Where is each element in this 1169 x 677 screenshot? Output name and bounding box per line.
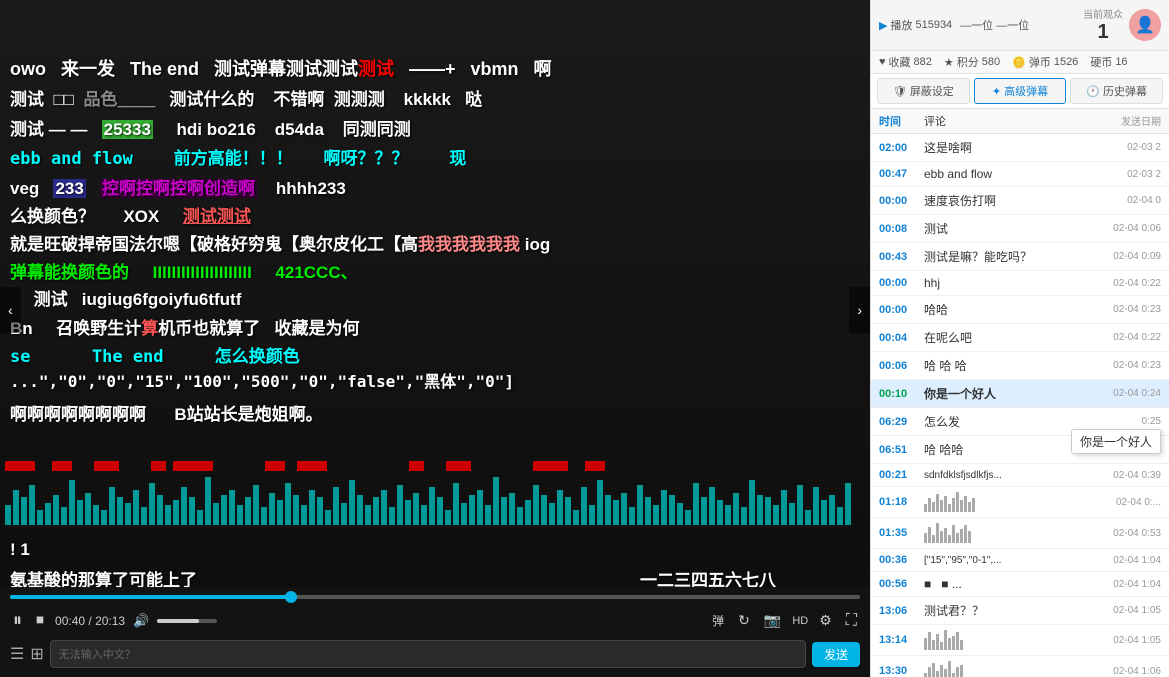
video-player-area: ‹ › owo 来一发 The end 测试弹幕测试测试测试 ——+ vbmn … <box>0 0 870 677</box>
histogram-chart <box>924 492 1096 512</box>
progress-fill <box>10 595 291 599</box>
star-danmaku-icon: ✦ <box>992 85 1001 98</box>
video-container: ‹ › owo 来一发 The end 测试弹幕测试测试测试 ——+ vbmn … <box>0 0 870 620</box>
coin-icon: 🪙 <box>1012 56 1026 69</box>
tooltip-popup: 你是一个好人 <box>1071 429 1161 454</box>
time-display: 00:40 / 20:13 <box>55 614 125 628</box>
comment-row[interactable]: 00:06 哈 哈 哈 02-04 0:23 <box>871 352 1169 380</box>
comment-row-chart[interactable]: 13:14 02-04 1:05 <box>871 625 1169 656</box>
comment-row[interactable]: 00:00 速度哀伤打啊 02-04 0 <box>871 187 1169 215</box>
histogram-chart <box>924 630 1096 650</box>
hardware-stat: 硬币 16 <box>1090 54 1127 70</box>
favorite-stat: ♥ 收藏 882 <box>879 54 932 70</box>
controls-row-1: ⏸ ⏹ 00:40 / 20:13 🔊 弹 ↻ 📷 HD ⚙ ⛶ <box>0 603 870 638</box>
rank1-label: —一位 <box>960 17 993 33</box>
header-comment: 评论 <box>924 113 1096 129</box>
hardware-value: 16 <box>1115 56 1127 68</box>
progress-dot <box>285 591 297 603</box>
screenshot-button[interactable]: 📷 <box>761 609 784 632</box>
stats-row: ▶ 播放 515934 —一位 —一位 当前观众 1 👤 <box>871 0 1169 51</box>
comment-row-chart[interactable]: 01:18 02-04 0:... <box>871 487 1169 518</box>
comment-row[interactable]: 00:43 测试是嘛？能吃吗？ 02-04 0:09 <box>871 243 1169 271</box>
audience-label: 当前观众 <box>1083 6 1123 21</box>
hardware-label: 硬币 <box>1090 54 1112 70</box>
points-label: 积分 <box>957 54 979 70</box>
controls-row-2: ☰ ⊞ 无法输入中文？ 发送 <box>0 638 870 674</box>
nav-prev-button[interactable]: ‹ <box>0 287 21 333</box>
progress-area <box>0 587 870 603</box>
rank-stat: —一位 —一位 <box>960 17 1029 33</box>
comment-row[interactable]: 00:08 测试 02-04 0:06 <box>871 215 1169 243</box>
points-value: 580 <box>982 56 1000 68</box>
danmaku-input-wrap: 无法输入中文？ <box>50 640 806 668</box>
sub-stats-row: ♥ 收藏 882 ★ 积分 580 🪙 弹币 1526 硬币 16 <box>871 51 1169 74</box>
comment-row[interactable]: 00:47 ebb and flow 02-03 2 <box>871 162 1169 187</box>
refresh-button[interactable]: ↻ <box>735 609 753 632</box>
audience-count: 1 <box>1083 21 1123 44</box>
broadcast-value: 515934 <box>915 19 952 31</box>
star-icon: ★ <box>944 56 954 69</box>
sidebar: ▶ 播放 515934 —一位 —一位 当前观众 1 👤 ♥ 收藏 882 ★ … <box>870 0 1169 677</box>
comment-row[interactable]: 00:04 在呢么吧 02-04 0:22 <box>871 324 1169 352</box>
rank2-label: —一位 <box>996 17 1029 33</box>
history-button[interactable]: 🕐 历史弹幕 <box>1070 78 1163 104</box>
comment-row[interactable]: 13:06 测试君？？ 02-04 1:05 <box>871 597 1169 625</box>
comment-table: 02:00 这是啥啊 02-03 2 00:47 ebb and flow 02… <box>871 134 1169 677</box>
danmaku-toggle[interactable]: 弹 <box>709 609 727 632</box>
coins-label: 弹币 <box>1029 54 1051 70</box>
progress-track[interactable] <box>10 595 860 599</box>
broadcast-label: 播放 <box>890 17 912 33</box>
send-button[interactable]: 发送 <box>812 642 860 667</box>
comment-row-chart[interactable]: 01:35 02-04 0:53 <box>871 518 1169 549</box>
comment-row[interactable]: 00:36 ["15","95","0-1",... 02-04 1:04 <box>871 549 1169 572</box>
coins-value: 1526 <box>1054 56 1078 68</box>
comment-row-chart[interactable]: 13:30 02-04 1:06 <box>871 656 1169 677</box>
points-stat: ★ 积分 580 <box>944 54 1000 70</box>
waveform-area <box>0 460 870 525</box>
histogram-chart <box>924 523 1096 543</box>
advanced-danmaku-button[interactable]: ✦ 高级弹幕 <box>974 78 1067 104</box>
favorite-label: 收藏 <box>889 54 911 70</box>
volume-slider[interactable] <box>157 619 217 623</box>
comment-row[interactable]: 02:00 这是啥啊 02-03 2 <box>871 134 1169 162</box>
clock-icon: 🕐 <box>1086 85 1100 98</box>
histogram-chart <box>924 661 1096 677</box>
avatar: 👤 <box>1129 9 1161 41</box>
controls-bar: ⏸ ⏹ 00:40 / 20:13 🔊 弹 ↻ 📷 HD ⚙ ⛶ ☰ ⊞ 无法输… <box>0 587 870 677</box>
settings-button[interactable]: ⚙ <box>816 609 835 632</box>
pause-button[interactable]: ⏸ <box>10 607 25 634</box>
danmaku-hint: 无法输入中文？ <box>59 646 136 662</box>
comment-row-selected[interactable]: 00:10 你是一个好人 02-04 0:24 <box>871 380 1169 408</box>
header-time: 时间 <box>879 113 924 129</box>
heart-icon: ♥ <box>879 56 886 68</box>
shield-icon: 🛡 <box>893 85 907 98</box>
stop-button[interactable]: ⏹ <box>33 609 47 633</box>
list-icon-button[interactable]: ☰ <box>10 644 24 664</box>
comment-row[interactable]: 00:00 hhj 02-04 0:22 <box>871 271 1169 296</box>
play-icon: ▶ <box>879 19 887 32</box>
fullscreen-button[interactable]: ⛶ <box>843 609 860 633</box>
comment-row[interactable]: 00:56 ■ ■ ... 02-04 1:04 <box>871 572 1169 597</box>
coins-stat: 🪙 弹币 1526 <box>1012 54 1078 70</box>
favorite-value: 882 <box>914 56 932 68</box>
header-date: 发送日期 <box>1096 113 1161 129</box>
nav-next-button[interactable]: › <box>849 287 870 333</box>
audience-box: 当前观众 1 👤 <box>1083 6 1161 44</box>
grid-icon-button[interactable]: ⊞ <box>30 644 43 664</box>
comment-row[interactable]: 00:00 哈哈 02-04 0:23 <box>871 296 1169 324</box>
quality-button[interactable]: HD <box>792 615 808 627</box>
action-buttons: 🛡 屏蔽设定 ✦ 高级弹幕 🕐 历史弹幕 <box>871 74 1169 109</box>
volume-button[interactable]: 🔊 <box>133 613 149 629</box>
comment-row[interactable]: 00:21 sdnfdklsfjsdlkfjs... 02-04 0:39 <box>871 464 1169 487</box>
shield-button[interactable]: 🛡 屏蔽设定 <box>877 78 970 104</box>
broadcast-stat: ▶ 播放 515934 <box>879 17 952 33</box>
comment-table-header: 时间 评论 发送日期 <box>871 109 1169 134</box>
